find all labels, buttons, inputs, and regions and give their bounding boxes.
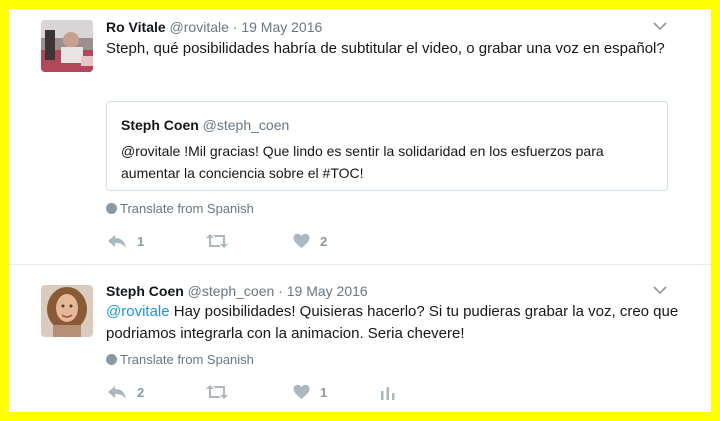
reply-count: 2: [137, 384, 145, 400]
separator-dot: ·: [232, 19, 238, 35]
retweet-icon: [206, 385, 228, 399]
separator-dot: ·: [278, 283, 283, 299]
quoted-author-name: Steph Coen: [121, 117, 199, 133]
tweet-date[interactable]: 19 May 2016: [241, 19, 322, 35]
tweet-header: Steph Coen @steph_coen · 19 May 2016: [106, 283, 368, 299]
translate-link[interactable]: Translate from Spanish: [106, 352, 254, 367]
tweet[interactable]: Steph Coen @steph_coen · 19 May 2016 @ro…: [9, 266, 711, 412]
tweet-thread: Ro Vitale @rovitale · 19 May 2016 Steph,…: [9, 9, 711, 412]
author-handle[interactable]: @rovitale: [170, 19, 229, 35]
reply-count: 1: [137, 233, 145, 249]
reply-icon: [108, 386, 126, 399]
tweet-date[interactable]: 19 May 2016: [287, 283, 368, 299]
tweet-text: Steph, qué posibilidades habría de subti…: [106, 40, 665, 57]
author-handle[interactable]: @steph_coen: [188, 283, 275, 299]
author-name[interactable]: Ro Vitale: [106, 19, 166, 35]
retweet-button[interactable]: [205, 382, 239, 402]
tweet-text: @rovitale Hay posibilidades! Quisieras h…: [106, 301, 686, 345]
translate-label: Translate from Spanish: [120, 352, 254, 367]
chevron-down-icon[interactable]: [653, 20, 667, 34]
translate-label: Translate from Spanish: [120, 201, 254, 216]
heart-icon: [293, 384, 310, 399]
analytics-icon: [381, 387, 395, 400]
like-button[interactable]: 1: [293, 382, 327, 402]
chevron-down-icon[interactable]: [653, 284, 667, 298]
translate-link[interactable]: Translate from Spanish: [106, 201, 254, 216]
author-name[interactable]: Steph Coen: [106, 283, 184, 299]
like-count: 2: [320, 233, 328, 249]
avatar[interactable]: [41, 285, 93, 337]
reply-button[interactable]: 2: [107, 382, 144, 402]
analytics-button[interactable]: [381, 382, 395, 402]
like-count: 1: [320, 384, 328, 400]
globe-icon: [106, 203, 117, 214]
quoted-author-handle: @steph_coen: [202, 117, 290, 133]
globe-icon: [106, 354, 117, 365]
reply-button[interactable]: 1: [107, 231, 144, 251]
tweet[interactable]: Ro Vitale @rovitale · 19 May 2016 Steph,…: [9, 9, 711, 265]
quoted-tweet-text: @rovitale !Mil gracias! Que lindo es sen…: [121, 143, 604, 181]
reply-icon: [108, 235, 126, 248]
retweet-button[interactable]: [205, 231, 239, 251]
heart-icon: [293, 233, 310, 248]
tweet-text-body: Hay posibilidades! Quisieras hacerlo? Si…: [106, 303, 679, 342]
quoted-tweet-header: Steph Coen @steph_coen: [121, 117, 289, 133]
like-button[interactable]: 2: [293, 231, 327, 251]
retweet-icon: [206, 234, 228, 248]
quoted-tweet[interactable]: Steph Coen @steph_coen @rovitale !Mil gr…: [106, 101, 668, 191]
tweet-header: Ro Vitale @rovitale · 19 May 2016: [106, 19, 322, 35]
mention-link[interactable]: @rovitale: [106, 303, 170, 320]
avatar[interactable]: [41, 20, 93, 72]
